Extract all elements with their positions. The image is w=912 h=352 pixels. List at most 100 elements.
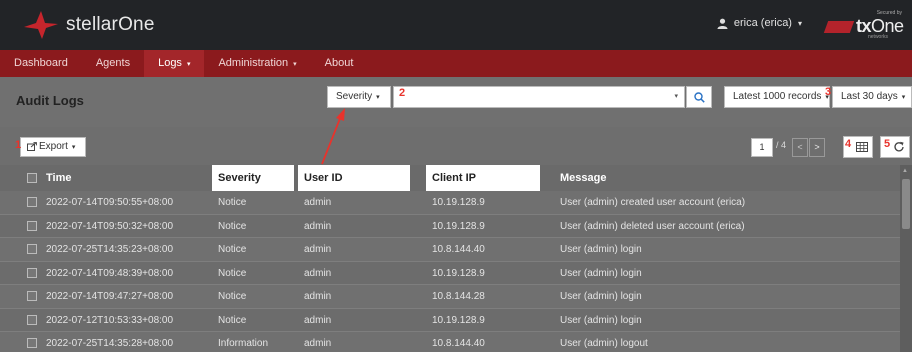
- table-row[interactable]: 2022-07-25T14:35:28+08:00 Information admi…: [0, 332, 900, 352]
- search-icon: [693, 91, 705, 103]
- cell-user-id: admin: [304, 267, 332, 279]
- cell-user-id: admin: [304, 244, 332, 255]
- prev-page-button[interactable]: <: [792, 138, 808, 157]
- brand-logo[interactable]: stellarOne: [22, 10, 155, 40]
- page-title: Audit Logs: [16, 93, 84, 108]
- cell-time: 2022-07-14T09:50:32+08:00: [46, 220, 174, 232]
- cell-time: 2022-07-14T09:50:55+08:00: [46, 197, 174, 208]
- chevron-down-icon: ▾: [376, 94, 380, 101]
- cell-client-ip: 10.8.144.40: [432, 244, 485, 255]
- user-menu[interactable]: erica (erica) ▾: [717, 17, 802, 29]
- cell-severity: Notice: [218, 220, 247, 232]
- row-checkbox[interactable]: [27, 220, 37, 231]
- table-row[interactable]: 2022-07-14T09:50:55+08:00 Notice admin 10.1…: [0, 191, 900, 215]
- scroll-up-icon[interactable]: ▲: [902, 168, 908, 174]
- chevron-down-icon: ▾: [71, 144, 76, 151]
- row-checkbox[interactable]: [27, 291, 37, 301]
- column-header-client-ip[interactable]: Client IP: [426, 165, 540, 191]
- cell-severity: Information: [218, 338, 269, 349]
- cell-client-ip: 10.8.144.40: [432, 338, 485, 349]
- cell-client-ip: 10.19.128.9: [432, 267, 485, 279]
- annotation-marker-3: 3: [825, 86, 832, 98]
- refresh-icon: [894, 141, 904, 152]
- cell-time: 2022-07-14T09:47:27+08:00: [46, 291, 174, 302]
- row-checkbox[interactable]: [27, 197, 37, 207]
- chevron-down-icon: ▾: [674, 93, 678, 100]
- column-header-user-id[interactable]: User ID: [298, 165, 410, 191]
- column-header-time[interactable]: Time: [46, 165, 71, 191]
- search-button[interactable]: [686, 86, 712, 108]
- export-button[interactable]: Export ▾: [20, 137, 86, 157]
- audit-log-table-body: 2022-07-14T09:50:55+08:00 Notice admin 10.1…: [0, 191, 900, 352]
- cell-client-ip: 10.19.128.9: [432, 197, 485, 208]
- chevron-down-icon: ▾: [901, 94, 906, 101]
- chevron-down-icon: ▾: [797, 18, 802, 28]
- row-checkbox[interactable]: [27, 244, 37, 254]
- cell-severity: Notice: [218, 267, 247, 279]
- search-input[interactable]: ▾: [393, 86, 685, 108]
- cell-user-id: admin: [304, 314, 332, 326]
- user-icon: [717, 18, 728, 29]
- nav-item-logs[interactable]: Logs ▾: [144, 50, 205, 77]
- cell-client-ip: 10.8.144.28: [432, 291, 485, 302]
- cell-time: 2022-07-25T14:35:28+08:00: [46, 338, 174, 349]
- table-scrollbar[interactable]: ▲: [900, 165, 912, 352]
- nav-item-agents[interactable]: Agents: [82, 50, 144, 77]
- cell-severity: Notice: [218, 197, 247, 208]
- brand-name: stellarOne: [66, 14, 155, 35]
- cell-time: 2022-07-12T10:53:33+08:00: [46, 314, 174, 326]
- cell-message: User (admin) created user account (erica…: [560, 197, 746, 208]
- table-header: Time Severity User ID Client IP Message: [0, 165, 900, 191]
- table-row[interactable]: 2022-07-14T09:50:32+08:00 Notice admin 10.1…: [0, 214, 900, 238]
- cell-user-id: admin: [304, 338, 332, 349]
- cell-severity: Notice: [218, 314, 247, 326]
- vendor-logo: Secured by txOne networks: [816, 10, 904, 40]
- page-number-input[interactable]: 1: [751, 138, 773, 157]
- nav-item-dashboard[interactable]: Dashboard: [0, 50, 82, 77]
- export-icon: [27, 142, 37, 151]
- table-row[interactable]: 2022-07-14T09:47:27+08:00 Notice admin 10.8…: [0, 285, 900, 309]
- page-total: / 4: [776, 140, 787, 150]
- select-all-checkbox[interactable]: [27, 173, 37, 183]
- annotation-marker-4: 4: [845, 138, 852, 150]
- records-limit-select[interactable]: Latest 1000 records ▾: [724, 86, 830, 108]
- cell-message: User (admin) login: [560, 267, 642, 279]
- next-page-button[interactable]: >: [809, 138, 825, 157]
- cell-message: User (admin) login: [560, 244, 642, 255]
- column-header-message[interactable]: Message: [560, 165, 606, 191]
- nav-item-administration[interactable]: Administration ▾: [204, 50, 310, 77]
- cell-time: 2022-07-25T14:35:23+08:00: [46, 244, 174, 255]
- vendor-flag-icon: [823, 21, 855, 33]
- main-nav: Dashboard Agents Logs ▾ Administration ▾ A…: [0, 50, 912, 77]
- annotation-marker-2: 2: [399, 87, 406, 99]
- cell-client-ip: 10.19.128.9: [432, 220, 485, 232]
- nav-item-about[interactable]: About: [311, 50, 368, 77]
- cell-message: User (admin) logout: [560, 338, 648, 349]
- cell-client-ip: 10.19.128.9: [432, 314, 485, 326]
- cell-user-id: admin: [304, 220, 332, 232]
- cell-time: 2022-07-14T09:48:39+08:00: [46, 267, 174, 279]
- cell-user-id: admin: [304, 291, 332, 302]
- vendor-networks-text: networks: [868, 34, 889, 40]
- row-checkbox[interactable]: [27, 314, 37, 325]
- annotation-marker-5: 5: [884, 138, 891, 150]
- user-name: erica (erica): [733, 17, 792, 29]
- table-row[interactable]: 2022-07-12T10:53:33+08:00 Notice admin 10.1…: [0, 308, 900, 332]
- row-checkbox[interactable]: [27, 267, 37, 278]
- cell-message: User (admin) deleted user account (erica…: [560, 220, 745, 232]
- cell-severity: Notice: [218, 291, 247, 302]
- table-row[interactable]: 2022-07-25T14:35:23+08:00 Notice admin 10.8…: [0, 238, 900, 262]
- cell-severity: Notice: [218, 244, 247, 255]
- table-row[interactable]: 2022-07-14T09:48:39+08:00 Notice admin 10.1…: [0, 261, 900, 285]
- column-header-severity[interactable]: Severity: [212, 165, 294, 191]
- severity-filter-select[interactable]: Severity ▾: [327, 86, 391, 108]
- cell-message: User (admin) login: [560, 314, 642, 326]
- scrollbar-thumb[interactable]: [902, 179, 910, 229]
- top-bar: stellarOne erica (erica) ▾ Secured by tx…: [0, 0, 912, 50]
- chevron-down-icon: ▾: [186, 61, 191, 68]
- cell-user-id: admin: [304, 197, 332, 208]
- date-range-select[interactable]: Last 30 days ▾: [832, 86, 912, 108]
- row-checkbox[interactable]: [27, 338, 37, 348]
- star-logo-icon: [24, 11, 58, 39]
- grid-icon: [856, 142, 868, 152]
